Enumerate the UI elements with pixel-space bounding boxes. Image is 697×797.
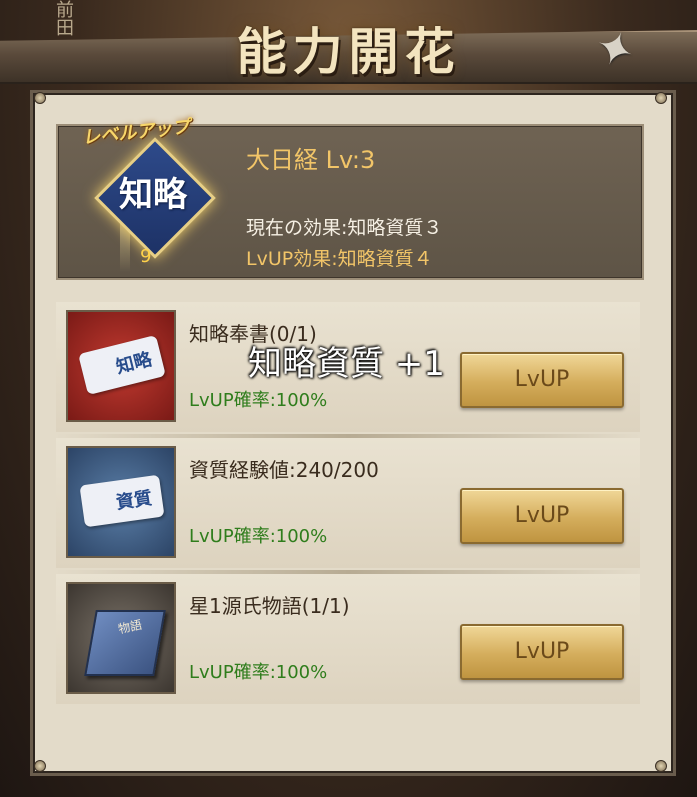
item-name: 星1源氏物語(1/1): [189, 594, 350, 618]
book-icon: 物語: [66, 582, 176, 694]
rivet-icon: [34, 92, 46, 104]
list-item: 資質 資質経験値:240/200 LvUP確率:100% LvUP: [56, 438, 640, 568]
item-rate: LvUP確率:100%: [189, 390, 328, 411]
next-effect: LvUP効果:知略資質４: [246, 248, 433, 270]
lvup-button[interactable]: LvUP: [460, 352, 624, 408]
lvup-button[interactable]: LvUP: [460, 488, 624, 544]
sparkle-icon: 9: [140, 246, 152, 267]
rivet-icon: [655, 760, 667, 772]
item-rate: LvUP確率:100%: [189, 526, 328, 547]
item-rate: LvUP確率:100%: [189, 662, 328, 683]
current-effect: 現在の効果:知略資質３: [246, 217, 443, 239]
scroll-label: 資質: [114, 487, 154, 514]
list-item: 物語 星1源氏物語(1/1) LvUP確率:100% LvUP: [56, 574, 640, 704]
scroll-label: 知略: [114, 349, 155, 379]
scroll-icon: 資質: [66, 446, 176, 558]
stat-gain-popup: 知略資質 +1: [248, 344, 445, 384]
skill-name: 大日経 Lv:3: [246, 146, 376, 174]
item-name: 資質経験値:240/200: [189, 458, 379, 482]
skill-icon-label: 知略: [119, 175, 187, 215]
lvup-button[interactable]: LvUP: [460, 624, 624, 680]
rivet-icon: [655, 92, 667, 104]
scroll-icon: 知略: [66, 310, 176, 422]
rivet-icon: [34, 760, 46, 772]
